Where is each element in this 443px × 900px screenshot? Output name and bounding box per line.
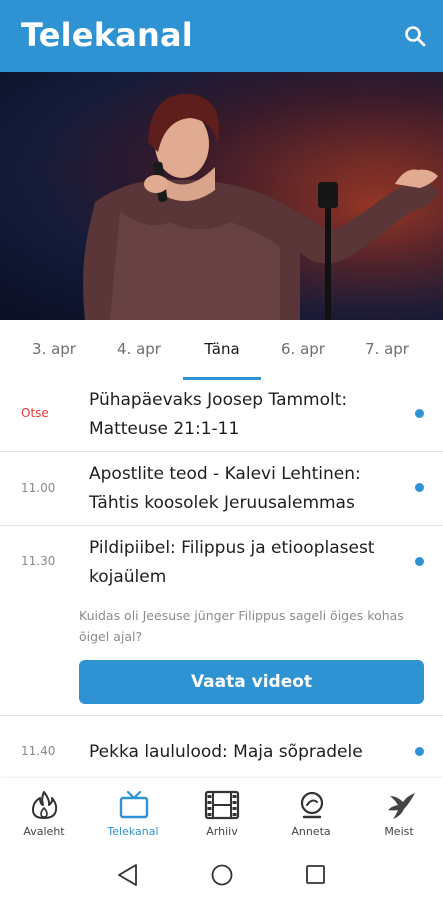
film-icon	[204, 790, 240, 820]
home-icon[interactable]	[211, 864, 233, 886]
back-icon[interactable]	[118, 864, 137, 886]
nav-arhiiv[interactable]: Arhiiv	[178, 778, 266, 850]
app-title: Telekanal	[21, 16, 193, 54]
schedule-item[interactable]: Otse Pühapäevaks Joosep Tammolt: Matteus…	[0, 380, 443, 452]
indicator-dot	[415, 409, 424, 418]
nav-label: Arhiiv	[206, 825, 238, 838]
tab-7-apr[interactable]: 7. apr	[347, 340, 427, 358]
live-label: Otse	[21, 406, 49, 420]
nav-label: Telekanal	[107, 825, 159, 838]
video-frame	[0, 72, 443, 320]
recents-icon[interactable]	[306, 865, 325, 884]
video-player[interactable]	[0, 72, 443, 320]
program-title: Apostlite teod - Kalevi Lehtinen: Tähtis…	[89, 464, 361, 513]
nav-telekanal[interactable]: Telekanal	[89, 778, 177, 850]
dove-icon	[388, 793, 415, 819]
schedule-item[interactable]: 11.40 Pekka laululood: Maja sõpradele	[0, 716, 443, 778]
schedule-item[interactable]: 11.00 Apostlite teod - Kalevi Lehtinen: …	[0, 452, 443, 526]
tv-icon	[119, 790, 149, 819]
indicator-dot	[415, 483, 424, 492]
bottom-navigation: Avaleht Telekanal Arhiiv Anneta Meist	[0, 778, 443, 850]
program-time: 11.00	[21, 481, 56, 495]
tab-4-apr[interactable]: 4. apr	[99, 340, 179, 358]
nav-anneta[interactable]: Anneta	[267, 778, 355, 850]
search-icon[interactable]	[403, 24, 427, 48]
program-title: Pühapäevaks Joosep Tammolt: Matteuse 21:…	[89, 390, 348, 439]
program-title: Pildipiibel: Filippus ja etiooplasest ko…	[89, 538, 375, 587]
schedule-item-expanded[interactable]: 11.30 Pildipiibel: Filippus ja etiooplas…	[0, 526, 443, 716]
nav-avaleht[interactable]: Avaleht	[0, 778, 88, 850]
schedule-list: Otse Pühapäevaks Joosep Tammolt: Matteus…	[0, 380, 443, 778]
tab-today[interactable]: Täna	[182, 340, 262, 358]
watch-video-button[interactable]: Vaata videot	[79, 660, 424, 704]
nav-label: Anneta	[291, 825, 331, 838]
program-description: Kuidas oli Jeesuse jünger Filippus sagel…	[79, 608, 404, 644]
system-nav-buttons	[118, 864, 325, 886]
tab-6-apr[interactable]: 6. apr	[263, 340, 343, 358]
flame-icon	[32, 791, 58, 819]
nav-label: Meist	[384, 825, 414, 838]
program-time: 11.40	[21, 744, 56, 758]
indicator-dot	[415, 747, 424, 756]
system-navigation-bar	[0, 850, 443, 900]
nav-meist[interactable]: Meist	[355, 778, 443, 850]
indicator-dot	[415, 557, 424, 566]
program-title: Pekka laululood: Maja sõpradele	[89, 742, 363, 762]
app-bar: Telekanal	[0, 0, 443, 72]
tab-3-apr[interactable]: 3. apr	[14, 340, 94, 358]
nav-label: Avaleht	[23, 825, 65, 838]
program-time: 11.30	[21, 554, 56, 568]
date-tabs: 3. apr 4. apr Täna 6. apr 7. apr	[0, 322, 443, 380]
donate-icon	[300, 791, 324, 819]
